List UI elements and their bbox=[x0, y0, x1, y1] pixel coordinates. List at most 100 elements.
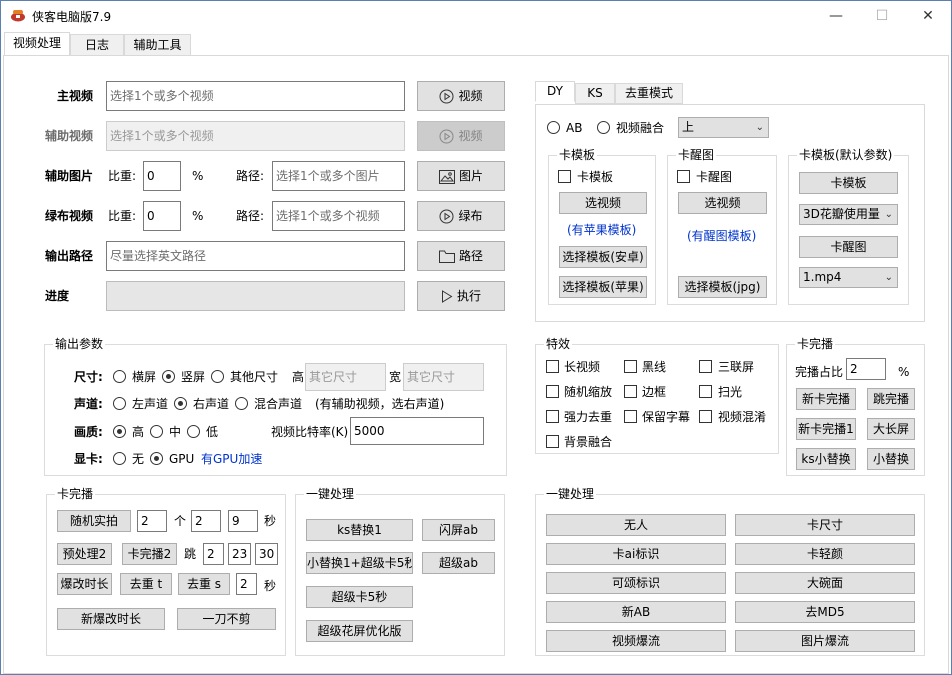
burst-duration-button[interactable]: 爆改时长 bbox=[57, 573, 112, 595]
ks-small-replace-button[interactable]: ks小替换 bbox=[796, 448, 856, 470]
position-select[interactable]: 上 ⌄ bbox=[678, 117, 769, 138]
jump-input-1[interactable]: 2 bbox=[203, 543, 224, 565]
dedupe-sec-input[interactable]: 2 bbox=[236, 573, 257, 595]
effect-strong-dedupe-checkbox[interactable] bbox=[546, 410, 559, 423]
ab-radio[interactable] bbox=[547, 121, 560, 134]
select-template-apple-button[interactable]: 选择模板(苹果) bbox=[559, 276, 647, 298]
jump-input-2[interactable]: 23 bbox=[228, 543, 251, 565]
close-button[interactable]: ✕ bbox=[905, 1, 951, 31]
audio-right-radio[interactable] bbox=[174, 397, 187, 410]
tab-dy[interactable]: DY bbox=[535, 81, 575, 102]
flash-ab-button[interactable]: 闪屏ab bbox=[422, 519, 495, 541]
aux-image-ratio-input[interactable]: 0 bbox=[143, 161, 181, 191]
new-ab-button[interactable]: 新AB bbox=[546, 601, 726, 623]
audio-left-radio[interactable] bbox=[113, 397, 126, 410]
tab-log[interactable]: 日志 bbox=[70, 34, 124, 56]
random-shoot-button[interactable]: 随机实拍 bbox=[57, 510, 131, 532]
card-light-face-button[interactable]: 卡轻颜 bbox=[735, 543, 915, 565]
card-full-2-button[interactable]: 卡完播2 bbox=[122, 543, 177, 565]
green-video-button[interactable]: 绿布 bbox=[417, 201, 505, 231]
new-card-full-button[interactable]: 新卡完播 bbox=[796, 388, 856, 410]
effect-triple-screen-checkbox[interactable] bbox=[699, 360, 712, 373]
small-replace-super-card-button[interactable]: 小替换1+超级卡5秒 bbox=[306, 552, 413, 574]
size-landscape-radio[interactable] bbox=[113, 370, 126, 383]
bitrate-input[interactable]: 5000 bbox=[350, 417, 484, 445]
card-template-select-video-button[interactable]: 选视频 bbox=[559, 192, 647, 214]
card-wake-checkbox[interactable] bbox=[677, 170, 690, 183]
effect-keep-subtitle-checkbox[interactable] bbox=[624, 410, 637, 423]
green-video-ratio-input[interactable]: 0 bbox=[143, 201, 181, 231]
effect-random-zoom-checkbox[interactable] bbox=[546, 385, 559, 398]
random-sec-min-input[interactable]: 2 bbox=[191, 510, 221, 532]
dedupe-s-button[interactable]: 去重 s bbox=[178, 573, 230, 595]
card-full-ratio-input[interactable]: 2 bbox=[846, 358, 886, 380]
size-other-radio[interactable] bbox=[211, 370, 224, 383]
card-size-button[interactable]: 卡尺寸 bbox=[735, 514, 915, 536]
tab-video-processing[interactable]: 视频处理 bbox=[4, 32, 70, 56]
aux-image-path-input[interactable]: 选择1个或多个图片 bbox=[272, 161, 405, 191]
aux-video-button[interactable]: 视频 bbox=[417, 121, 505, 151]
output-path-button[interactable]: 路径 bbox=[417, 241, 505, 271]
minimize-button[interactable]: — bbox=[813, 1, 859, 31]
gpu-accel-link[interactable]: 有GPU加速 bbox=[201, 452, 262, 466]
tab-tools[interactable]: 辅助工具 bbox=[124, 34, 191, 56]
unmanned-button[interactable]: 无人 bbox=[546, 514, 726, 536]
width-input[interactable]: 其它尺寸 bbox=[403, 363, 484, 391]
card-default-select-1[interactable]: 3D花瓣使用量 ⌄ bbox=[799, 204, 898, 225]
ks-replace-1-button[interactable]: ks替换1 bbox=[306, 519, 413, 541]
effect-long-video-checkbox[interactable] bbox=[546, 360, 559, 373]
super-glitch-optimized-button[interactable]: 超级花屏优化版 bbox=[306, 620, 413, 642]
maximize-button[interactable]: ☐ bbox=[859, 1, 905, 31]
card-full-ratio-label: 完播占比 bbox=[795, 365, 844, 379]
aux-video-input[interactable]: 选择1个或多个视频 bbox=[106, 121, 405, 151]
select-template-android-button[interactable]: 选择模板(安卓) bbox=[559, 246, 647, 268]
video-burst-button[interactable]: 视频爆流 bbox=[546, 630, 726, 652]
effect-video-obfuscate-checkbox[interactable] bbox=[699, 410, 712, 423]
random-sec-max-input[interactable]: 9 bbox=[228, 510, 258, 532]
remove-md5-button[interactable]: 去MD5 bbox=[735, 601, 915, 623]
effect-bg-fusion-checkbox[interactable] bbox=[546, 435, 559, 448]
long-screen-button[interactable]: 大长屏 bbox=[867, 418, 915, 440]
jump-input-3[interactable]: 30 bbox=[255, 543, 278, 565]
execute-button[interactable]: 执行 bbox=[417, 281, 505, 311]
big-bowl-noodle-button[interactable]: 大碗面 bbox=[735, 572, 915, 594]
no-cut-button[interactable]: 一刀不剪 bbox=[177, 608, 276, 630]
effect-border-checkbox[interactable] bbox=[624, 385, 637, 398]
random-count-input[interactable]: 2 bbox=[137, 510, 167, 532]
super-ab-button[interactable]: 超级ab bbox=[422, 552, 495, 574]
new-burst-duration-button[interactable]: 新爆改时长 bbox=[57, 608, 165, 630]
skip-full-button[interactable]: 跳完播 bbox=[867, 388, 915, 410]
new-card-full-1-button[interactable]: 新卡完播1 bbox=[796, 418, 856, 440]
card-wake-select-video-button[interactable]: 选视频 bbox=[678, 192, 767, 214]
aux-image-button[interactable]: 图片 bbox=[417, 161, 505, 191]
tab-ks[interactable]: KS bbox=[575, 83, 615, 104]
gpu-none-radio[interactable] bbox=[113, 452, 126, 465]
effect-sweep-light-checkbox[interactable] bbox=[699, 385, 712, 398]
small-replace-button[interactable]: 小替换 bbox=[867, 448, 915, 470]
main-video-input[interactable]: 选择1个或多个视频 bbox=[106, 81, 405, 111]
fusion-radio[interactable] bbox=[597, 121, 610, 134]
height-input[interactable]: 其它尺寸 bbox=[305, 363, 386, 391]
super-card-5s-button[interactable]: 超级卡5秒 bbox=[306, 586, 413, 608]
quality-low-radio[interactable] bbox=[187, 425, 200, 438]
card-default-template-button[interactable]: 卡模板 bbox=[799, 172, 898, 194]
size-portrait-radio[interactable] bbox=[162, 370, 175, 383]
preprocess-2-button[interactable]: 预处理2 bbox=[57, 543, 112, 565]
quality-mid-radio[interactable] bbox=[150, 425, 163, 438]
image-burst-button[interactable]: 图片爆流 bbox=[735, 630, 915, 652]
quality-high-radio[interactable] bbox=[113, 425, 126, 438]
main-video-button[interactable]: 视频 bbox=[417, 81, 505, 111]
output-path-input[interactable]: 尽量选择英文路径 bbox=[106, 241, 405, 271]
card-default-wake-button[interactable]: 卡醒图 bbox=[799, 236, 898, 258]
card-ai-label-button[interactable]: 卡ai标识 bbox=[546, 543, 726, 565]
dedupe-t-button[interactable]: 去重 t bbox=[120, 573, 172, 595]
card-template-checkbox[interactable] bbox=[558, 170, 571, 183]
effect-black-line-checkbox[interactable] bbox=[624, 360, 637, 373]
gpu-on-radio[interactable] bbox=[150, 452, 163, 465]
tab-dedupe-mode[interactable]: 去重模式 bbox=[615, 83, 683, 104]
select-template-jpg-button[interactable]: 选择模板(jpg) bbox=[678, 276, 767, 298]
audio-mix-radio[interactable] bbox=[235, 397, 248, 410]
croissant-label-button[interactable]: 可颂标识 bbox=[546, 572, 726, 594]
card-default-select-2[interactable]: 1.mp4 ⌄ bbox=[799, 267, 898, 288]
green-video-path-input[interactable]: 选择1个或多个视频 bbox=[272, 201, 405, 231]
